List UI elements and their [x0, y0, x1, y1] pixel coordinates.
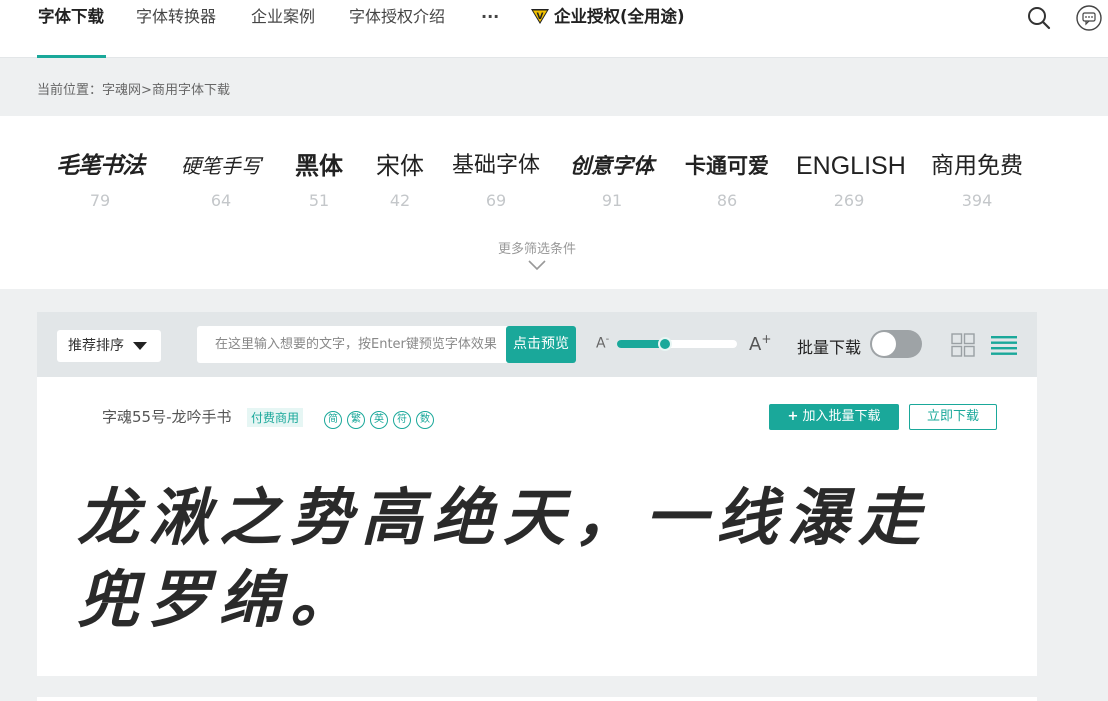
nav-more[interactable]: ···: [481, 0, 499, 58]
glyph-number-badge: 数: [416, 411, 434, 429]
preview-button[interactable]: 点击预览: [506, 326, 576, 363]
more-filters-toggle[interactable]: 更多筛选条件: [487, 238, 587, 271]
size-small-sup: -: [606, 334, 610, 345]
glyph-english-badge: 英: [370, 411, 388, 429]
font-toolbar: 推荐排序 点击预览 A- A+ 批量下载: [37, 312, 1037, 377]
search-icon[interactable]: [1026, 5, 1052, 31]
size-large-sup: +: [761, 332, 771, 346]
category-songti[interactable]: 宋体 42: [374, 146, 426, 210]
chevron-down-icon: [528, 259, 546, 271]
nav-font-download[interactable]: 字体下载: [38, 0, 104, 58]
add-to-batch-button[interactable]: +加入批量下载: [769, 404, 899, 430]
toggle-knob: [872, 332, 896, 356]
font-name-link[interactable]: 字魂55号-龙吟手书: [102, 406, 232, 427]
add-to-batch-label: 加入批量下载: [802, 409, 880, 424]
font-size-slider[interactable]: [617, 340, 737, 348]
glyph-traditional-badge: 繁: [347, 411, 365, 429]
category-pen-handwriting[interactable]: 硬笔手写 64: [178, 146, 264, 210]
category-commercial-free[interactable]: 商用免费 394: [927, 146, 1027, 210]
message-icon[interactable]: [1075, 4, 1103, 32]
caret-down-icon: [133, 342, 147, 350]
size-small-letter: A: [596, 336, 606, 352]
category-count: 69: [448, 191, 544, 210]
sort-label: 推荐排序: [68, 338, 124, 354]
category-label: 卡通可爱: [681, 146, 773, 186]
font-size-slider-thumb[interactable]: [658, 337, 672, 351]
active-tab-indicator: [37, 55, 106, 58]
category-count: 269: [796, 191, 902, 210]
glyph-simplified-badge: 简: [324, 411, 342, 429]
category-label: 毛笔书法: [45, 146, 155, 186]
category-label: 硬笔手写: [178, 146, 264, 186]
category-label: 基础字体: [448, 146, 544, 186]
category-count: 394: [927, 191, 1027, 210]
category-label: ENGLISH: [796, 146, 902, 186]
category-filter-strip: 毛笔书法 79 硬笔手写 64 黑体 51 宋体 42 基础字体 69 创意字体…: [0, 116, 1108, 289]
vip-badge-icon: V: [530, 7, 550, 25]
breadcrumb-home-link[interactable]: 字魂网: [102, 83, 141, 98]
preview-text-input[interactable]: [197, 326, 513, 363]
nav-font-converter[interactable]: 字体转换器: [136, 0, 216, 58]
breadcrumb: 当前位置：字魂网>商用字体下载: [37, 79, 230, 98]
size-large-letter: A: [749, 334, 761, 355]
category-label: 黑体: [288, 146, 350, 186]
grid-view-icon[interactable]: [951, 333, 975, 357]
category-count: 51: [288, 191, 350, 210]
glyph-support-badges: 简繁英符数: [324, 407, 439, 427]
category-count: 86: [681, 191, 773, 210]
category-label: 宋体: [374, 146, 426, 186]
breadcrumb-prefix: 当前位置：: [37, 83, 102, 98]
next-font-card-edge: [37, 697, 1037, 701]
breadcrumb-separator: >: [141, 83, 152, 98]
category-english[interactable]: ENGLISH 269: [796, 146, 902, 210]
license-tag: 付费商用: [247, 408, 303, 427]
top-navigation: 字体下载 字体转换器 企业案例 字体授权介绍 ··· V 企业授权(全用途): [0, 0, 1108, 58]
category-label: 创意字体: [565, 146, 659, 186]
nav-enterprise-license[interactable]: 企业授权(全用途): [554, 0, 685, 34]
plus-icon: +: [788, 409, 799, 424]
font-preview-text: 龙湫之势高绝天，一线瀑走兜罗绵。: [77, 477, 977, 641]
category-cartoon[interactable]: 卡通可爱 86: [681, 146, 773, 210]
more-filters-label: 更多筛选条件: [498, 242, 576, 257]
nav-enterprise-cases[interactable]: 企业案例: [251, 0, 315, 58]
category-brush-calligraphy[interactable]: 毛笔书法 79: [45, 146, 155, 210]
category-count: 79: [45, 191, 155, 210]
nav-license-intro[interactable]: 字体授权介绍: [349, 0, 445, 58]
glyph-symbol-badge: 符: [393, 411, 411, 429]
font-card: 字魂55号-龙吟手书 付费商用 简繁英符数 +加入批量下载 立即下载 龙湫之势高…: [37, 377, 1037, 676]
category-basic[interactable]: 基础字体 69: [448, 146, 544, 210]
download-now-button[interactable]: 立即下载: [909, 404, 997, 430]
category-count: 42: [374, 191, 426, 210]
sort-dropdown[interactable]: 推荐排序: [57, 330, 161, 362]
category-count: 91: [565, 191, 659, 210]
category-label: 商用免费: [927, 146, 1027, 186]
increase-size-button[interactable]: A+: [749, 332, 771, 355]
batch-download-toggle[interactable]: [870, 330, 922, 358]
svg-text:V: V: [537, 12, 544, 22]
category-heiti[interactable]: 黑体 51: [288, 146, 350, 210]
decrease-size-button[interactable]: A-: [596, 334, 609, 352]
batch-download-label: 批量下载: [797, 334, 861, 358]
list-view-icon[interactable]: [991, 335, 1017, 355]
category-creative[interactable]: 创意字体 91: [565, 146, 659, 210]
category-count: 64: [178, 191, 264, 210]
breadcrumb-current: 商用字体下载: [152, 83, 230, 98]
